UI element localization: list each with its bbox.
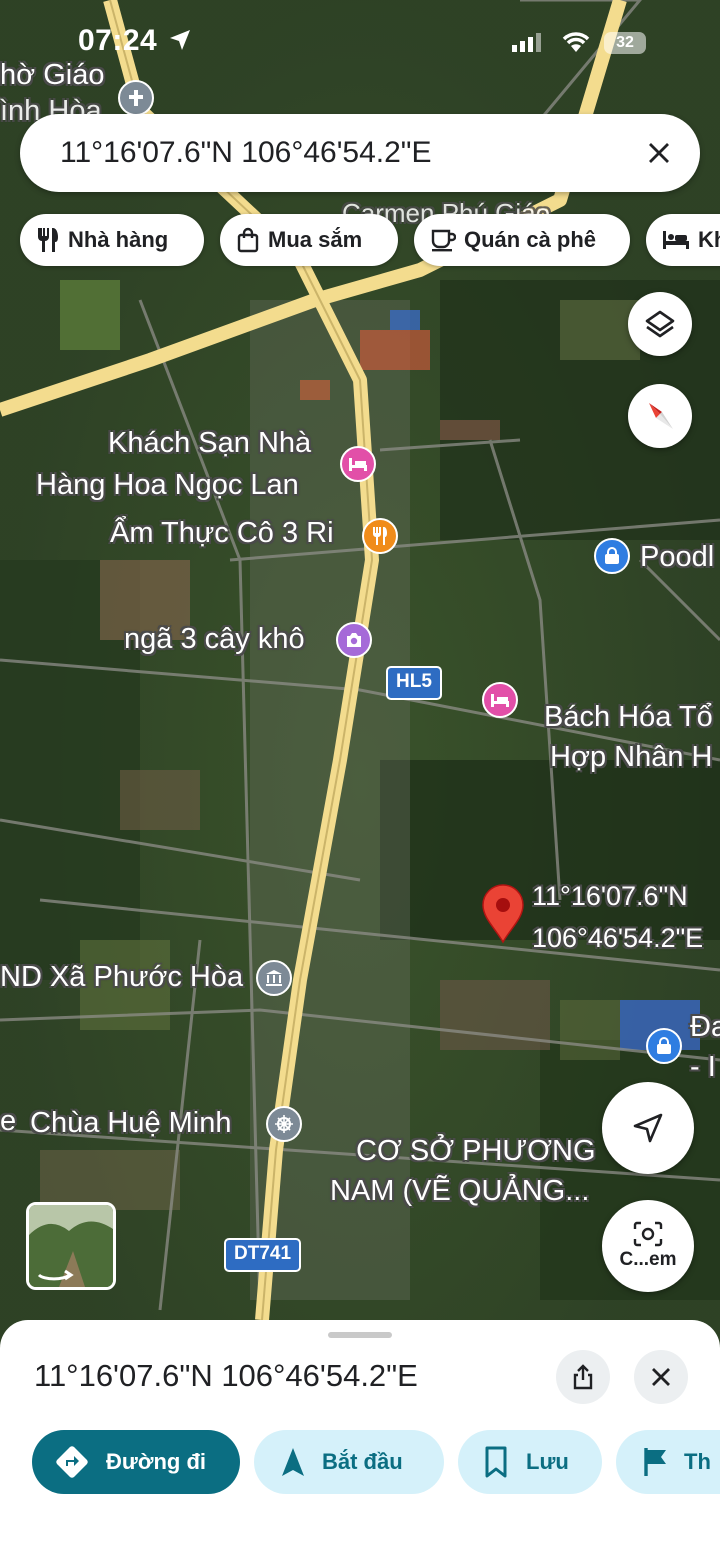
lens-button-label: C...em: [619, 1249, 677, 1270]
chip-label: Mua sắm: [268, 227, 363, 252]
shopping-bag-icon: [237, 227, 259, 253]
map-label: - I: [690, 1051, 716, 1083]
pagoda-pin[interactable]: [266, 1106, 302, 1142]
clear-search-button[interactable]: [636, 130, 682, 176]
restaurant-pin[interactable]: [362, 518, 398, 554]
shop-label: Poodl: [640, 541, 715, 573]
commune-label: ND Xã Phước Hòa: [0, 961, 244, 993]
map-label: Đa: [690, 1011, 720, 1043]
street-view-thumbnail[interactable]: [26, 1202, 116, 1290]
government-pin[interactable]: [256, 960, 292, 996]
cross-icon: [129, 90, 143, 106]
business-label: NAM (VẼ QUẢNG...: [330, 1175, 590, 1207]
compass-icon: [649, 403, 673, 429]
search-bar[interactable]: 11°16'07.6"N 106°46'54.2"E: [20, 114, 700, 192]
store-label: Hợp Nhân H: [550, 741, 713, 773]
street-view-image: [29, 1205, 113, 1287]
place-bottom-sheet[interactable]: 11°16'07.6"N 106°46'54.2"E Đường đi Bắt …: [0, 1320, 720, 1564]
status-bar: 07:24 32: [0, 22, 720, 62]
battery-indicator: 32: [604, 32, 646, 54]
category-chips: Nhà hàng Mua sắm Quán cà phê Kh: [20, 214, 720, 266]
building-icon: [266, 970, 282, 986]
fork-knife-icon: [373, 527, 387, 545]
road-shield-hl5: HL5: [386, 666, 442, 700]
status-time: 07:24: [78, 24, 158, 57]
junction-label: ngã 3 cây khô: [124, 623, 305, 655]
hotel-pin[interactable]: [340, 446, 376, 482]
start-label: Bắt đầu: [322, 1449, 403, 1474]
location-arrow-icon: [170, 30, 190, 50]
sheet-drag-handle[interactable]: [328, 1332, 392, 1338]
hotel-label: Hàng Hoa Ngọc Lan: [36, 469, 299, 501]
church-pin[interactable]: [118, 80, 154, 116]
pin-coord-label: 11°16'07.6"N: [532, 881, 688, 911]
chip-coffee[interactable]: Quán cà phê: [414, 214, 630, 266]
directions-icon: [56, 1446, 88, 1478]
store-label: Bách Hóa Tổ: [544, 701, 713, 733]
lens-search-button[interactable]: C...em: [602, 1200, 694, 1292]
directions-button[interactable]: Đường đi: [32, 1430, 240, 1494]
dropped-pin-marker[interactable]: [481, 884, 525, 944]
search-input[interactable]: 11°16'07.6"N 106°46'54.2"E: [60, 136, 431, 170]
chip-label: Quán cà phê: [464, 227, 597, 252]
hotel-icon: [663, 231, 689, 249]
layers-button[interactable]: [628, 292, 692, 356]
label-button[interactable]: Th: [616, 1430, 720, 1494]
bookmark-icon: [485, 1446, 507, 1478]
pin-coord-label: 106°46'54.2"E: [532, 923, 704, 953]
lodging-pin[interactable]: [482, 682, 518, 718]
navigation-arrow-icon: [282, 1448, 304, 1476]
close-icon: [652, 1368, 670, 1386]
business-label: CƠ SỞ PHƯƠNG: [356, 1135, 596, 1167]
restaurant-label: Ẩm Thực Cô 3 Ri: [110, 517, 334, 549]
bed-icon: [491, 694, 509, 707]
navigation-arrow-icon: [633, 1113, 663, 1143]
coffee-icon: [431, 229, 456, 252]
map-label: e: [0, 1105, 17, 1137]
pagoda-label: Chùa Huệ Minh: [30, 1107, 232, 1139]
close-icon: [649, 143, 669, 163]
place-title: 11°16'07.6"N 106°46'54.2"E: [34, 1358, 418, 1393]
bed-icon: [349, 458, 367, 471]
lock-bag-icon: [657, 1037, 671, 1054]
start-button[interactable]: Bắt đầu: [254, 1430, 444, 1494]
save-label: Lưu: [526, 1449, 569, 1474]
share-button[interactable]: [556, 1350, 610, 1404]
shop-pin[interactable]: [594, 538, 630, 574]
chip-restaurants[interactable]: Nhà hàng: [20, 214, 204, 266]
lens-camera-icon: [633, 1221, 663, 1247]
hotel-label: Khách Sạn Nhà: [108, 427, 312, 459]
road-shield-dt741: DT741: [224, 1238, 302, 1272]
directions-label: Đường đi: [106, 1449, 206, 1474]
share-icon: [573, 1364, 593, 1390]
attraction-pin[interactable]: [336, 622, 372, 658]
save-button[interactable]: Lưu: [458, 1430, 602, 1494]
chip-label: Kh: [698, 227, 720, 252]
compass-button[interactable]: [628, 384, 692, 448]
flag-icon: [644, 1448, 666, 1476]
close-sheet-button[interactable]: [634, 1350, 688, 1404]
dharma-wheel-icon: [275, 1115, 293, 1133]
wifi-icon: [562, 32, 590, 52]
shop-pin[interactable]: [646, 1028, 682, 1064]
chip-shopping[interactable]: Mua sắm: [220, 214, 398, 266]
signal-icon: [512, 33, 541, 52]
chip-label: Nhà hàng: [68, 227, 169, 252]
label-button-text: Th: [684, 1449, 711, 1474]
map-label: hờ Giáo: [0, 59, 105, 91]
layers-icon: [645, 310, 675, 338]
restaurant-icon: [38, 228, 58, 252]
camera-icon: [347, 633, 361, 647]
lock-bag-icon: [605, 547, 619, 564]
my-location-button[interactable]: [602, 1082, 694, 1174]
chip-hotels[interactable]: Kh: [646, 214, 720, 266]
